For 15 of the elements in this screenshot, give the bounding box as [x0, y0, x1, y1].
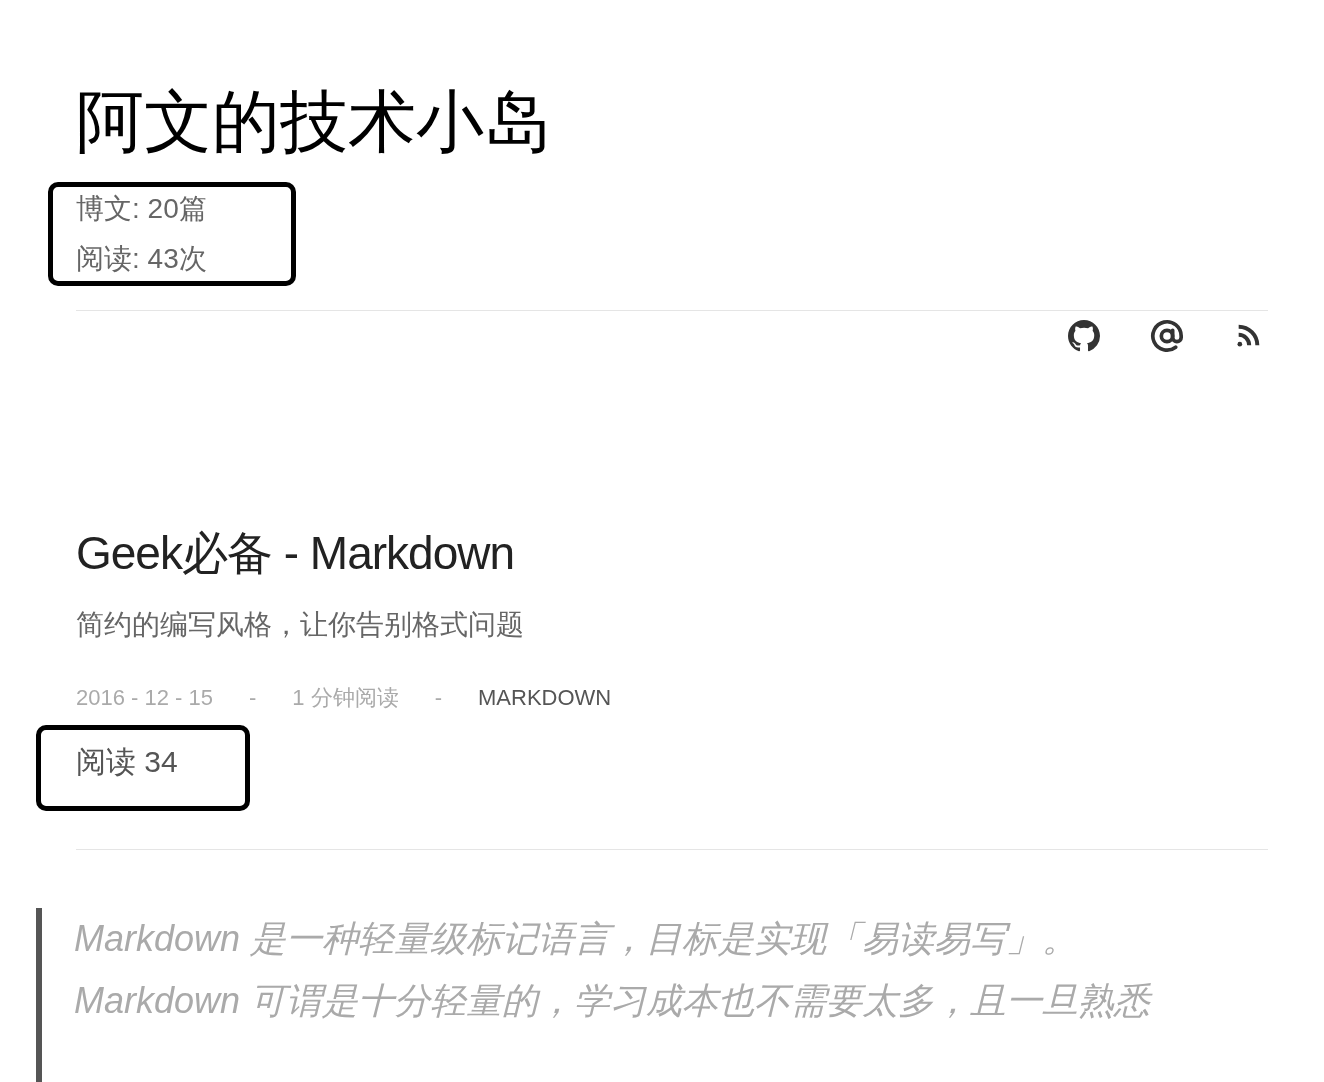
post-title[interactable]: Geek必备 - Markdown	[76, 525, 1268, 581]
stat-text: 阅读: 43次	[76, 242, 208, 276]
view-count: 阅读 34	[76, 745, 178, 778]
quote-line: Markdown 可谓是十分轻量的，学习成本也不需要太多，且一旦熟悉	[74, 979, 1154, 1023]
stat-text: 博文: 20篇	[76, 192, 208, 226]
separator-text: -	[249, 684, 257, 712]
read-time: 1 分钟阅读	[292, 684, 399, 712]
quote-line: Markdown 是一种轻量级标记语言，目标是实现「易读易写」。	[74, 917, 1080, 961]
post-subtitle: 简约的编写风格，让你告别格式问题	[76, 608, 525, 642]
github-icon[interactable]	[1068, 320, 1100, 352]
post-date: 2016 - 12 - 15	[76, 684, 213, 712]
post-tag[interactable]: MARKDOWN	[478, 683, 612, 713]
site-title: 阿文的技术小岛	[76, 81, 553, 163]
at-sign-icon[interactable]	[1150, 319, 1184, 353]
separator-text: -	[434, 684, 442, 712]
